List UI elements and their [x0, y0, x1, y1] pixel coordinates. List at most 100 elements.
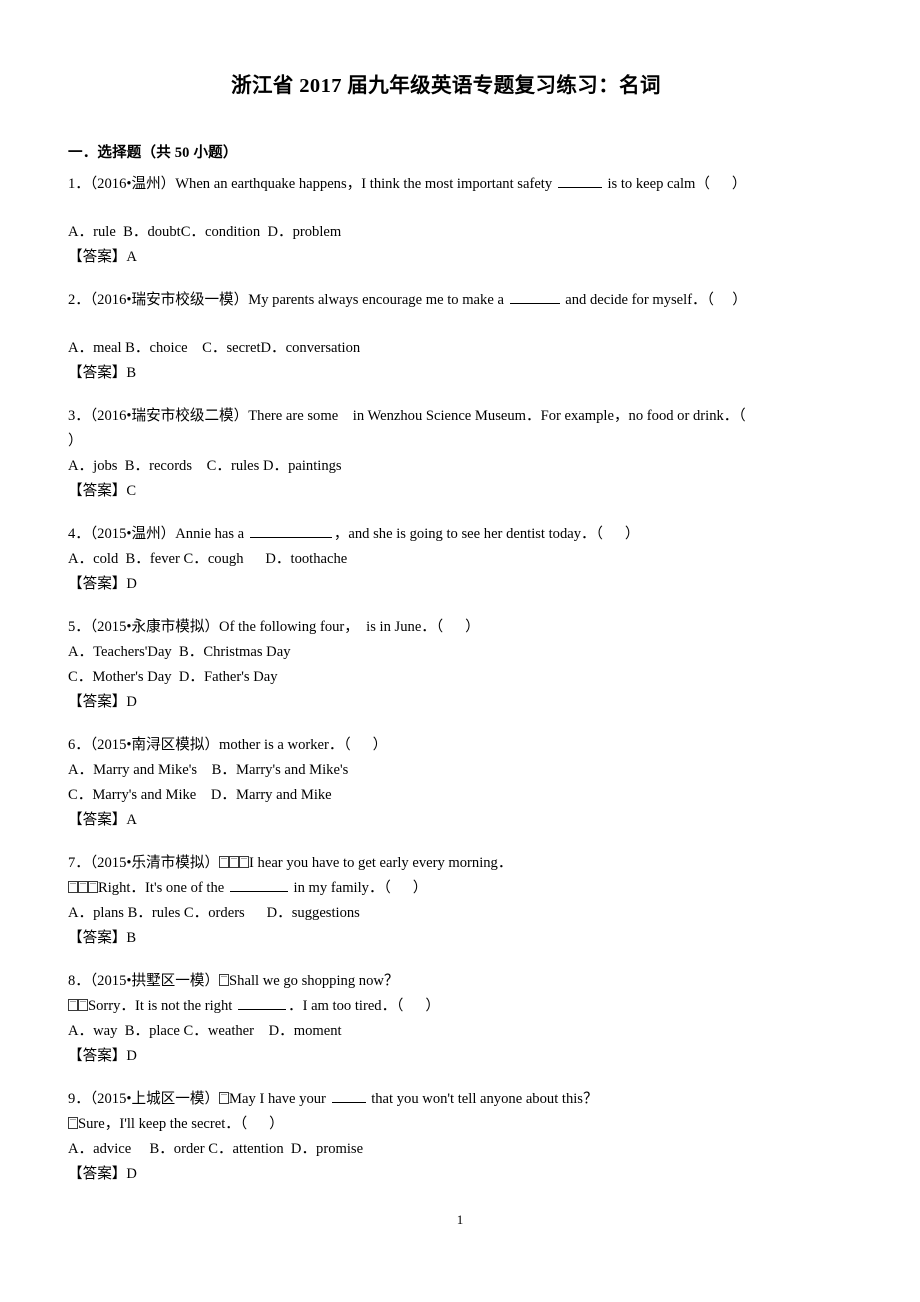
answer-label: 【答案】 [68, 483, 127, 499]
page-number: 1 [456, 1212, 464, 1227]
question-options: A．rule B．doubtC．condition D．problem [68, 224, 342, 240]
missing-glyph-icon [219, 856, 230, 868]
question-item: 1．（2016•温州）When an earthquake happens，I … [68, 172, 858, 269]
missing-glyph-icon [78, 999, 88, 1011]
page-title: 浙江省 2017 届九年级英语专题复习练习：名词 [231, 75, 661, 97]
question-stem-text: 2．（2016•瑞安市校级一模）My parents always encour… [68, 292, 508, 308]
question-stem: 3．（2016•瑞安市校级二模）There are some in Wenzho… [68, 408, 746, 424]
answer-label: 【答案】 [68, 1048, 127, 1064]
answer-value: B [126, 930, 137, 946]
missing-glyph-icon [68, 881, 78, 893]
question-stem-line2: Sure，I'll keep the secret．（ ） [68, 1112, 858, 1137]
missing-glyph-icon [68, 999, 78, 1011]
question-stem-text: 8．（2015•拱墅区一模） [68, 973, 220, 989]
question-stem: 1．（2016•温州）When an earthquake happens，I … [68, 172, 858, 197]
question-item: 4．（2015•温州）Annie has a ，and she is going… [68, 522, 858, 596]
missing-glyph-icon [219, 1092, 230, 1104]
question-stem-tail: ，and she is going to see her dentist tod… [333, 526, 640, 542]
answer-blank [249, 523, 332, 538]
answer-value: A [126, 812, 137, 828]
page-content: 浙江省 2017 届九年级英语专题复习练习：名词 一．选择题（共 50 小题） … [68, 0, 858, 1186]
answer-blank [509, 289, 560, 304]
question-answer: 【答案】D [68, 1162, 858, 1186]
answer-value: A [126, 249, 137, 265]
question-item: 8．（2015•拱墅区一模） Shall we go shopping now？ … [68, 969, 858, 1068]
answer-blank [331, 1088, 366, 1103]
question-answer: 【答案】D [68, 690, 858, 714]
question-stem: 5．（2015•永康市模拟）Of the following four， is … [68, 619, 480, 635]
question-options: A．advice B．order C．attention D．promise [68, 1141, 364, 1157]
question-stem: 7．（2015•乐清市模拟） I hear you have to get ear… [68, 851, 858, 876]
question-stem-tail: Shall we go shopping now？ [229, 973, 399, 989]
missing-glyph-icon [68, 1117, 78, 1129]
question-stem-text: 4．（2015•温州）Annie has a [68, 526, 248, 542]
question-item: 5．（2015•永康市模拟）Of the following four， is … [68, 615, 858, 714]
question-stem: 9．（2015•上城区一模） May I have your that you w… [68, 1087, 858, 1112]
question-stem: 2．（2016•瑞安市校级一模）My parents always encour… [68, 288, 858, 313]
question-stem-tail: I hear you have to get early every morni… [249, 855, 513, 871]
question-stem-text: 9．（2015•上城区一模） [68, 1091, 220, 1107]
question-options: A．Teachers'Day B．Christmas Day [68, 644, 291, 660]
question-answer: 【答案】A [68, 808, 858, 832]
missing-glyph-icon [219, 974, 230, 986]
question-answer: 【答案】B [68, 926, 858, 950]
question-options: A．meal B．choice C．secretD．conversation [68, 340, 361, 356]
question-item: 3．（2016•瑞安市校级二模）There are some in Wenzho… [68, 404, 858, 503]
answer-value: C [126, 483, 137, 499]
question-answer: 【答案】D [68, 572, 858, 596]
answer-value: D [126, 576, 137, 592]
question-stem-text: 1．（2016•温州）When an earthquake happens，I … [68, 176, 556, 192]
question-stem-tail: that you won't tell anyone about this？ [367, 1091, 598, 1107]
answer-value: B [126, 365, 137, 381]
question-item: 6．（2015•南浔区模拟）mother is a worker．（ ） A．M… [68, 733, 858, 832]
question-item: 9．（2015•上城区一模） May I have your that you w… [68, 1087, 858, 1186]
question-answer: 【答案】A [68, 245, 858, 269]
missing-glyph-icon [78, 881, 88, 893]
answer-label: 【答案】 [68, 930, 127, 946]
question-stem-tail: is to keep calm（ ） [603, 176, 747, 192]
question-options: A．way B．place C．weather D．moment [68, 1023, 342, 1039]
question-stem: 6．（2015•南浔区模拟）mother is a worker．（ ） [68, 737, 388, 753]
answer-blank [557, 173, 602, 188]
answer-label: 【答案】 [68, 576, 127, 592]
line2-tail: in my family．（ ） [289, 880, 428, 896]
line2-text: Right．It's one of the [98, 880, 228, 896]
question-item: 7．（2015•乐清市模拟） I hear you have to get ear… [68, 851, 858, 950]
question-stem: 4．（2015•温州）Annie has a ，and she is going… [68, 522, 858, 547]
question-answer: 【答案】D [68, 1044, 858, 1068]
line2-tail: ．I am too tired．（ ） [287, 998, 440, 1014]
question-options: A．cold B．fever C．cough D．toothache [68, 551, 348, 567]
question-item: 2．（2016•瑞安市校级一模）My parents always encour… [68, 288, 858, 385]
missing-glyph-icon [88, 881, 98, 893]
question-options-2: C．Mother's Day D．Father's Day [68, 669, 278, 685]
missing-glyph-icon [239, 856, 250, 868]
answer-label: 【答案】 [68, 365, 127, 381]
question-options: A．Marry and Mike's B．Marry's and Mike's [68, 762, 349, 778]
answer-label: 【答案】 [68, 1166, 127, 1182]
answer-label: 【答案】 [68, 812, 127, 828]
question-stem-tail: and decide for myself．（ ） [561, 292, 747, 308]
question-answer: 【答案】B [68, 361, 858, 385]
answer-label: 【答案】 [68, 694, 127, 710]
answer-blank [237, 995, 286, 1010]
question-stem: 8．（2015•拱墅区一模） Shall we go shopping now？ [68, 969, 858, 994]
answer-blank [229, 877, 288, 892]
answer-value: D [126, 1048, 137, 1064]
question-answer: 【答案】C [68, 479, 858, 503]
answer-value: D [126, 1166, 137, 1182]
section-heading: 一．选择题（共 50 小题） [68, 145, 238, 161]
line2-text: Sorry．It is not the right [88, 998, 236, 1014]
question-stem-mid: May I have your [229, 1091, 330, 1107]
question-options: A．jobs B．records C．rules D．paintings [68, 458, 342, 474]
question-stem-wrap: ） [68, 433, 83, 449]
line2-text: Sure，I'll keep the secret．（ ） [78, 1116, 284, 1132]
answer-label: 【答案】 [68, 249, 127, 265]
missing-glyph-icon [229, 856, 240, 868]
question-stem-text: 7．（2015•乐清市模拟） [68, 855, 220, 871]
question-stem-line2: Sorry．It is not the right ．I am too tire… [68, 994, 858, 1019]
document-page: 浙江省 2017 届九年级英语专题复习练习：名词 一．选择题（共 50 小题） … [0, 0, 920, 1302]
question-options-2: C．Marry's and Mike D．Marry and Mike [68, 787, 332, 803]
answer-value: D [126, 694, 137, 710]
question-stem-line2: Right．It's one of the in my family．（ ） [68, 876, 858, 901]
question-options: A．plans B．rules C．orders D．suggestions [68, 905, 360, 921]
